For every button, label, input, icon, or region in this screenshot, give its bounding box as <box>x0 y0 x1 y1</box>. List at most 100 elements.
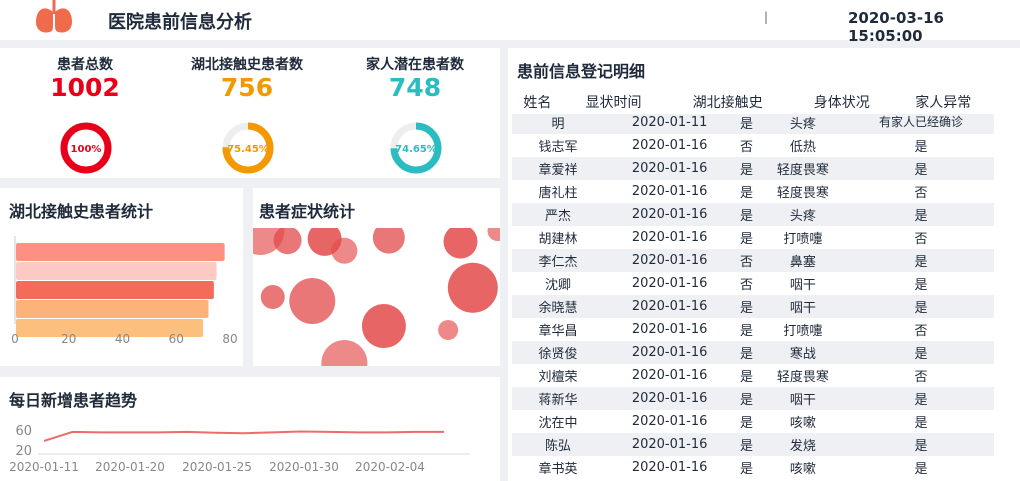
cell-onset-date: 2020-01-16 <box>631 138 708 153</box>
col-header-name[interactable]: 姓名 <box>512 90 563 114</box>
cell-name: 沈在中 <box>538 416 578 431</box>
symptom-stats-panel: 患者症状统计 <box>253 188 500 366</box>
bar-mark <box>16 243 225 261</box>
bubble-mark <box>361 304 406 349</box>
bubble-mark <box>372 228 405 254</box>
cell-name: 沈卿 <box>544 278 571 293</box>
kpi-label-family: 家人潜在患者数 <box>366 57 464 73</box>
table-row[interactable]: 沈在中 2020-01-16 是 咳嗽 是 <box>512 410 994 433</box>
table-row[interactable]: 严杰 2020-01-16 是头疼是 <box>512 203 994 226</box>
bubble-mark <box>447 262 498 313</box>
cell-name: 章华昌 <box>538 324 578 339</box>
table-row[interactable]: 唐礼柱 2020-01-16 是 轻度畏寒 否 <box>512 180 994 203</box>
header-datetime: 2020-03-16 15:05:00 <box>848 9 944 45</box>
table-row[interactable]: 胡建林 2020-01-16 是 打喷嚏 否 <box>512 226 994 249</box>
table-row[interactable]: 李仁杰 2020-01-16 否鼻塞是 <box>512 249 994 272</box>
table-row[interactable]: 蒋新华 2020-01-16 是咽干是 <box>512 387 994 410</box>
bar-tick-label: 60 <box>169 332 184 346</box>
cell-hubei-contact: 是 <box>739 370 753 385</box>
gauge-label-total: 100% <box>71 144 102 155</box>
cell-condition: 打喷嚏 <box>783 324 823 339</box>
trend-xtick-label: 2020-01-25 <box>182 460 252 474</box>
cell-family-abnormal: 否 <box>914 370 928 385</box>
table-row[interactable]: 徐贤俊 2020-01-16 是寒战是 <box>512 341 994 364</box>
cell-hubei-contact: 是 <box>735 295 758 318</box>
cell-hubei-contact: 是 <box>735 433 758 456</box>
cell-onset-date: 2020-01-16 <box>604 249 736 272</box>
bubble-mark <box>443 228 478 259</box>
bubble-mark <box>321 340 368 366</box>
gauge-total: 100% <box>60 122 112 174</box>
bar-tick-label: 20 <box>61 332 76 346</box>
trend-panel: 每日新增患者趋势 60 20 2020-01-11 2020-01-20 2020-01… <box>0 377 500 481</box>
kpi-panel: 患者总数 1002 湖北接触史患者数 756 家人潜在患者数 748 100% … <box>0 48 500 178</box>
hubei-stats-title: 湖北接触史患者统计 <box>9 202 154 221</box>
bar-mark <box>16 262 217 280</box>
bubble-mark <box>273 228 302 255</box>
table-row[interactable]: 章书英 2020-01-16 是 咳嗽 是 <box>512 456 994 479</box>
cell-name: 余晓慧 <box>512 295 604 318</box>
registration-title: 患前信息登记明细 <box>517 62 646 81</box>
cell-name: 胡建林 <box>538 232 578 247</box>
gauge-hubei: 75.45% <box>222 122 274 174</box>
table-row[interactable]: 余晓慧 2020-01-16 是咽干是 <box>512 295 994 318</box>
kpi-label-total: 患者总数 <box>57 57 113 73</box>
cell-condition: 头疼 <box>757 203 849 226</box>
table-row[interactable]: 明 2020-01-11 是头疼 有家人已经确诊 <box>512 114 994 134</box>
cell-family-abnormal: 是 <box>848 249 994 272</box>
bubble-mark <box>260 285 285 309</box>
cell-family-abnormal: 是 <box>914 278 928 293</box>
col-header-condition[interactable]: 身体状况 <box>791 90 892 114</box>
cell-hubei-contact: 否 <box>735 249 758 272</box>
trend-ytick-label: 20 <box>15 444 32 459</box>
col-header-onset-date[interactable]: 显状时间 <box>563 90 664 114</box>
cell-condition: 咽干 <box>757 295 849 318</box>
cell-family-abnormal: 有家人已经确诊 <box>848 114 994 134</box>
cell-condition: 轻度畏寒 <box>757 157 849 180</box>
col-header-family-abnormal[interactable]: 家人异常 <box>893 90 995 114</box>
table-row[interactable]: 章爱祥 2020-01-16 是轻度畏寒是 <box>512 157 994 180</box>
header-separator: | <box>764 10 769 24</box>
cell-name: 陈弘 <box>512 433 604 456</box>
trend-ytick-label: 60 <box>15 424 32 439</box>
cell-hubei-contact: 是 <box>739 232 753 247</box>
trend-xtick-label: 2020-02-04 <box>355 460 425 474</box>
cell-name: 钱志军 <box>538 140 578 155</box>
cell-name: 唐礼柱 <box>538 186 578 201</box>
bar-mark <box>16 281 214 299</box>
cell-family-abnormal: 否 <box>914 232 928 247</box>
cell-onset-date: 2020-01-16 <box>631 368 708 383</box>
cell-family-abnormal: 是 <box>848 433 994 456</box>
cell-onset-date: 2020-01-16 <box>604 387 736 410</box>
cell-hubei-contact: 是 <box>735 341 758 364</box>
cell-name: 章爱祥 <box>512 157 604 180</box>
cell-condition: 咽干 <box>757 387 849 410</box>
header-bar: 医院患前信息分析 | 2020-03-16 15:05:00 <box>0 0 1020 45</box>
cell-hubei-contact: 是 <box>739 462 753 477</box>
cell-condition: 轻度畏寒 <box>776 370 829 385</box>
cell-name: 蒋新华 <box>512 387 604 410</box>
bar-tick-label: 80 <box>222 332 237 346</box>
cell-condition: 咽干 <box>789 278 816 293</box>
cell-name: 刘檀荣 <box>538 370 578 385</box>
table-row[interactable]: 沈卿 2020-01-16 否 咽干 是 <box>512 272 994 295</box>
gauge-label-hubei: 75.45% <box>227 144 269 155</box>
cell-hubei-contact: 是 <box>739 324 753 339</box>
cell-hubei-contact: 是 <box>735 114 758 134</box>
cell-condition: 打喷嚏 <box>783 232 823 247</box>
table-row[interactable]: 钱志军 2020-01-16 否 低热 是 <box>512 134 994 157</box>
bar-tick-label: 0 <box>11 332 19 346</box>
registration-table-scroll[interactable]: 明 2020-01-11 是头疼 有家人已经确诊 钱志军 2020-01-16 否低热是章爱… <box>508 114 998 481</box>
symptom-bubble-chart <box>253 228 500 366</box>
cell-onset-date: 2020-01-11 <box>604 114 736 134</box>
table-row[interactable]: 章华昌 2020-01-16 是 打喷嚏 否 <box>512 318 994 341</box>
cell-condition: 咳嗽 <box>789 462 816 477</box>
cell-family-abnormal: 是 <box>848 203 994 226</box>
cell-condition: 轻度畏寒 <box>776 186 829 201</box>
cell-family-abnormal: 是 <box>848 387 994 410</box>
table-row[interactable]: 刘檀荣 2020-01-16 是 轻度畏寒 否 <box>512 364 994 387</box>
table-row[interactable]: 陈弘 2020-01-16 是发烧是 <box>512 433 994 456</box>
cell-family-abnormal: 是 <box>848 157 994 180</box>
cell-condition: 发烧 <box>757 433 849 456</box>
col-header-hubei-contact[interactable]: 湖北接触史 <box>664 90 791 114</box>
